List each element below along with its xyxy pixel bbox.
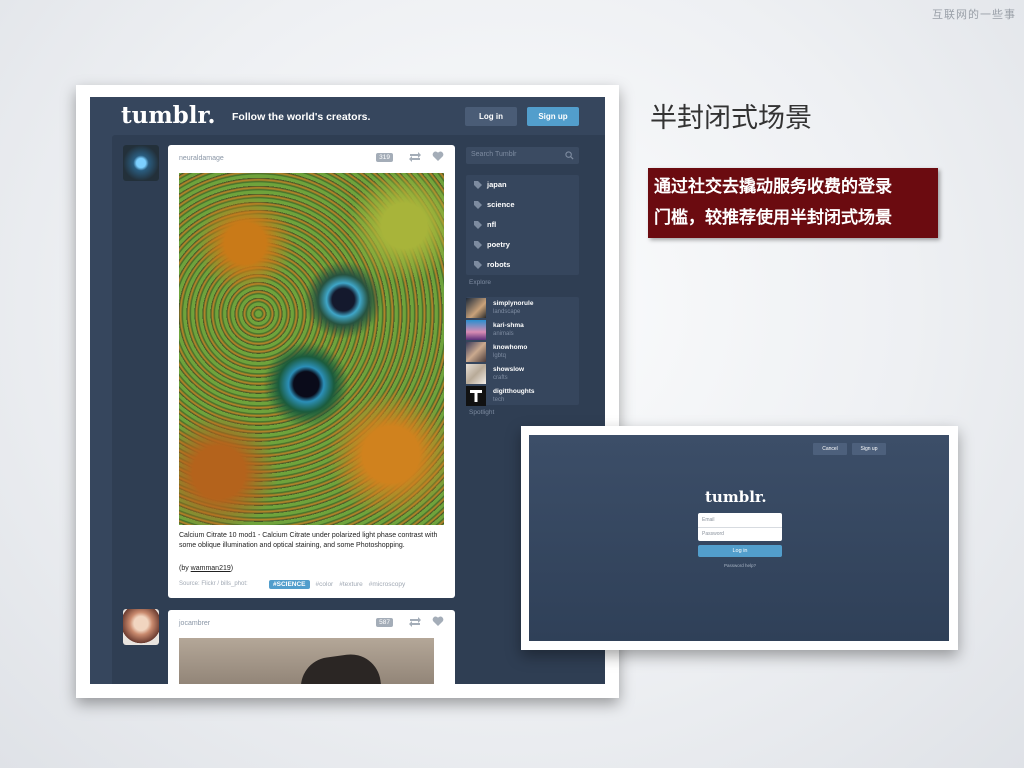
post-author[interactable]: jocambrer — [179, 620, 210, 627]
tumblr-header: tumblr. Follow the world's creators. Log… — [90, 97, 605, 135]
notes-count[interactable]: 319 — [376, 153, 393, 162]
sidebar-tag-label: robots — [487, 260, 511, 269]
callout-line: 通过社交去撬动服务收费的登录 — [654, 177, 892, 197]
byline-user-link[interactable]: wamman219 — [191, 565, 231, 572]
blog-category: animals — [493, 331, 514, 337]
login-button[interactable]: Log in — [698, 545, 782, 557]
post-tags: #SCIENCE #color #texture #microscopy — [269, 580, 405, 589]
search-icon — [565, 151, 574, 160]
tumblr-logo[interactable]: tumblr. — [121, 102, 216, 129]
spotlight-item[interactable]: kari-shma animals — [466, 319, 579, 341]
blog-thumbnail — [466, 342, 486, 362]
tag-icon — [474, 241, 482, 249]
notes-count[interactable]: 587 — [376, 618, 393, 627]
spotlight-item[interactable]: showslow crafts — [466, 363, 579, 385]
blog-thumbnail — [466, 320, 486, 340]
login-button[interactable]: Log in — [465, 107, 517, 126]
sidebar-tag-label: japan — [487, 180, 507, 189]
spotlight-list: simplynorule landscape kari-shma animals… — [466, 297, 579, 407]
tag-list: japan science nfl poetry robots — [466, 175, 579, 275]
byline-prefix: (by — [179, 565, 191, 572]
sidebar-tag-label: poetry — [487, 240, 510, 249]
sidebar-tag[interactable]: nfl — [466, 215, 579, 235]
password-help-link[interactable]: Password help? — [724, 563, 756, 568]
signup-button[interactable]: Sign up — [852, 443, 886, 455]
avatar[interactable] — [123, 609, 159, 645]
reblog-icon[interactable] — [408, 616, 422, 628]
post-tag[interactable]: #texture — [339, 581, 363, 588]
tagline: Follow the world's creators. — [232, 111, 371, 123]
password-field[interactable]: Password — [702, 531, 724, 537]
blog-thumbnail — [466, 386, 486, 406]
post-caption: Calcium Citrate 10 mod1 - Calcium Citrat… — [179, 532, 438, 549]
post-source[interactable]: Source: Flickr / bills_phot: — [179, 581, 248, 587]
blog-name: showslow — [493, 366, 525, 373]
search-input[interactable]: Search Tumblr — [466, 147, 579, 164]
tag-icon — [474, 201, 482, 209]
sidebar-tag-label: nfl — [487, 220, 497, 229]
sidebar-tag[interactable]: robots — [466, 255, 579, 275]
post-tag[interactable]: #SCIENCE — [269, 580, 310, 589]
blog-thumbnail — [466, 298, 486, 318]
tag-icon — [474, 221, 482, 229]
blog-name: simplynorule — [493, 300, 534, 307]
spotlight-item[interactable]: digitthoughts tech — [466, 385, 579, 407]
post-byline: (by wamman219) — [179, 565, 233, 572]
cancel-button[interactable]: Cancel — [813, 443, 847, 455]
avatar[interactable] — [123, 145, 159, 181]
watermark: 互联网的一些事 — [932, 9, 1016, 21]
blog-category: lgbtq — [493, 353, 507, 359]
blog-thumbnail — [466, 364, 486, 384]
post-photo[interactable] — [179, 173, 444, 525]
blog-category: tech — [493, 397, 505, 403]
callout-box: 通过社交去撬动服务收费的登录 门槛，较推荐使用半封闭式场景 — [648, 168, 938, 238]
login-screen: Cancel Sign up tumblr. Email Password Lo… — [529, 435, 949, 641]
post-tag[interactable]: #microscopy — [369, 581, 405, 588]
spotlight-item[interactable]: knowhomo lgbtq — [466, 341, 579, 363]
signup-button[interactable]: Sign up — [527, 107, 579, 126]
post-author[interactable]: neuraldamage — [179, 155, 224, 162]
spotlight-link[interactable]: Spotlight — [469, 409, 494, 416]
tumblr-logo: tumblr. — [705, 488, 767, 506]
post-card: jocambrer 587 — [168, 610, 455, 684]
tumblr-login-screenshot: Cancel Sign up tumblr. Email Password Lo… — [521, 426, 958, 650]
blog-name: knowhomo — [493, 344, 528, 351]
post-card: neuraldamage 319 Calcium Citrate 10 mod1… — [168, 145, 455, 598]
blog-category: crafts — [493, 375, 508, 381]
field-divider — [698, 527, 782, 528]
blog-name: kari-shma — [493, 322, 524, 329]
tag-icon — [474, 181, 482, 189]
email-field[interactable]: Email — [702, 517, 715, 523]
sidebar-tag[interactable]: science — [466, 195, 579, 215]
heart-icon[interactable] — [432, 616, 444, 627]
heart-icon[interactable] — [432, 151, 444, 162]
explore-link[interactable]: Explore — [469, 279, 491, 286]
post-photo[interactable] — [179, 638, 434, 684]
sidebar-tag[interactable]: japan — [466, 175, 579, 195]
search-placeholder: Search Tumblr — [471, 151, 517, 158]
blog-name: digitthoughts — [493, 388, 535, 395]
login-form: Email Password — [698, 513, 782, 541]
post-tag[interactable]: #color — [316, 581, 334, 588]
blog-category: landscape — [493, 309, 521, 315]
sidebar-tag-label: science — [487, 200, 515, 209]
spotlight-item[interactable]: simplynorule landscape — [466, 297, 579, 319]
byline-suffix: ) — [230, 565, 234, 572]
tag-icon — [474, 261, 482, 269]
callout-line: 门槛，较推荐使用半封闭式场景 — [654, 208, 892, 228]
slide-heading: 半封闭式场景 — [650, 103, 812, 134]
sidebar-tag[interactable]: poetry — [466, 235, 579, 255]
reblog-icon[interactable] — [408, 151, 422, 163]
photo-object — [297, 650, 381, 684]
